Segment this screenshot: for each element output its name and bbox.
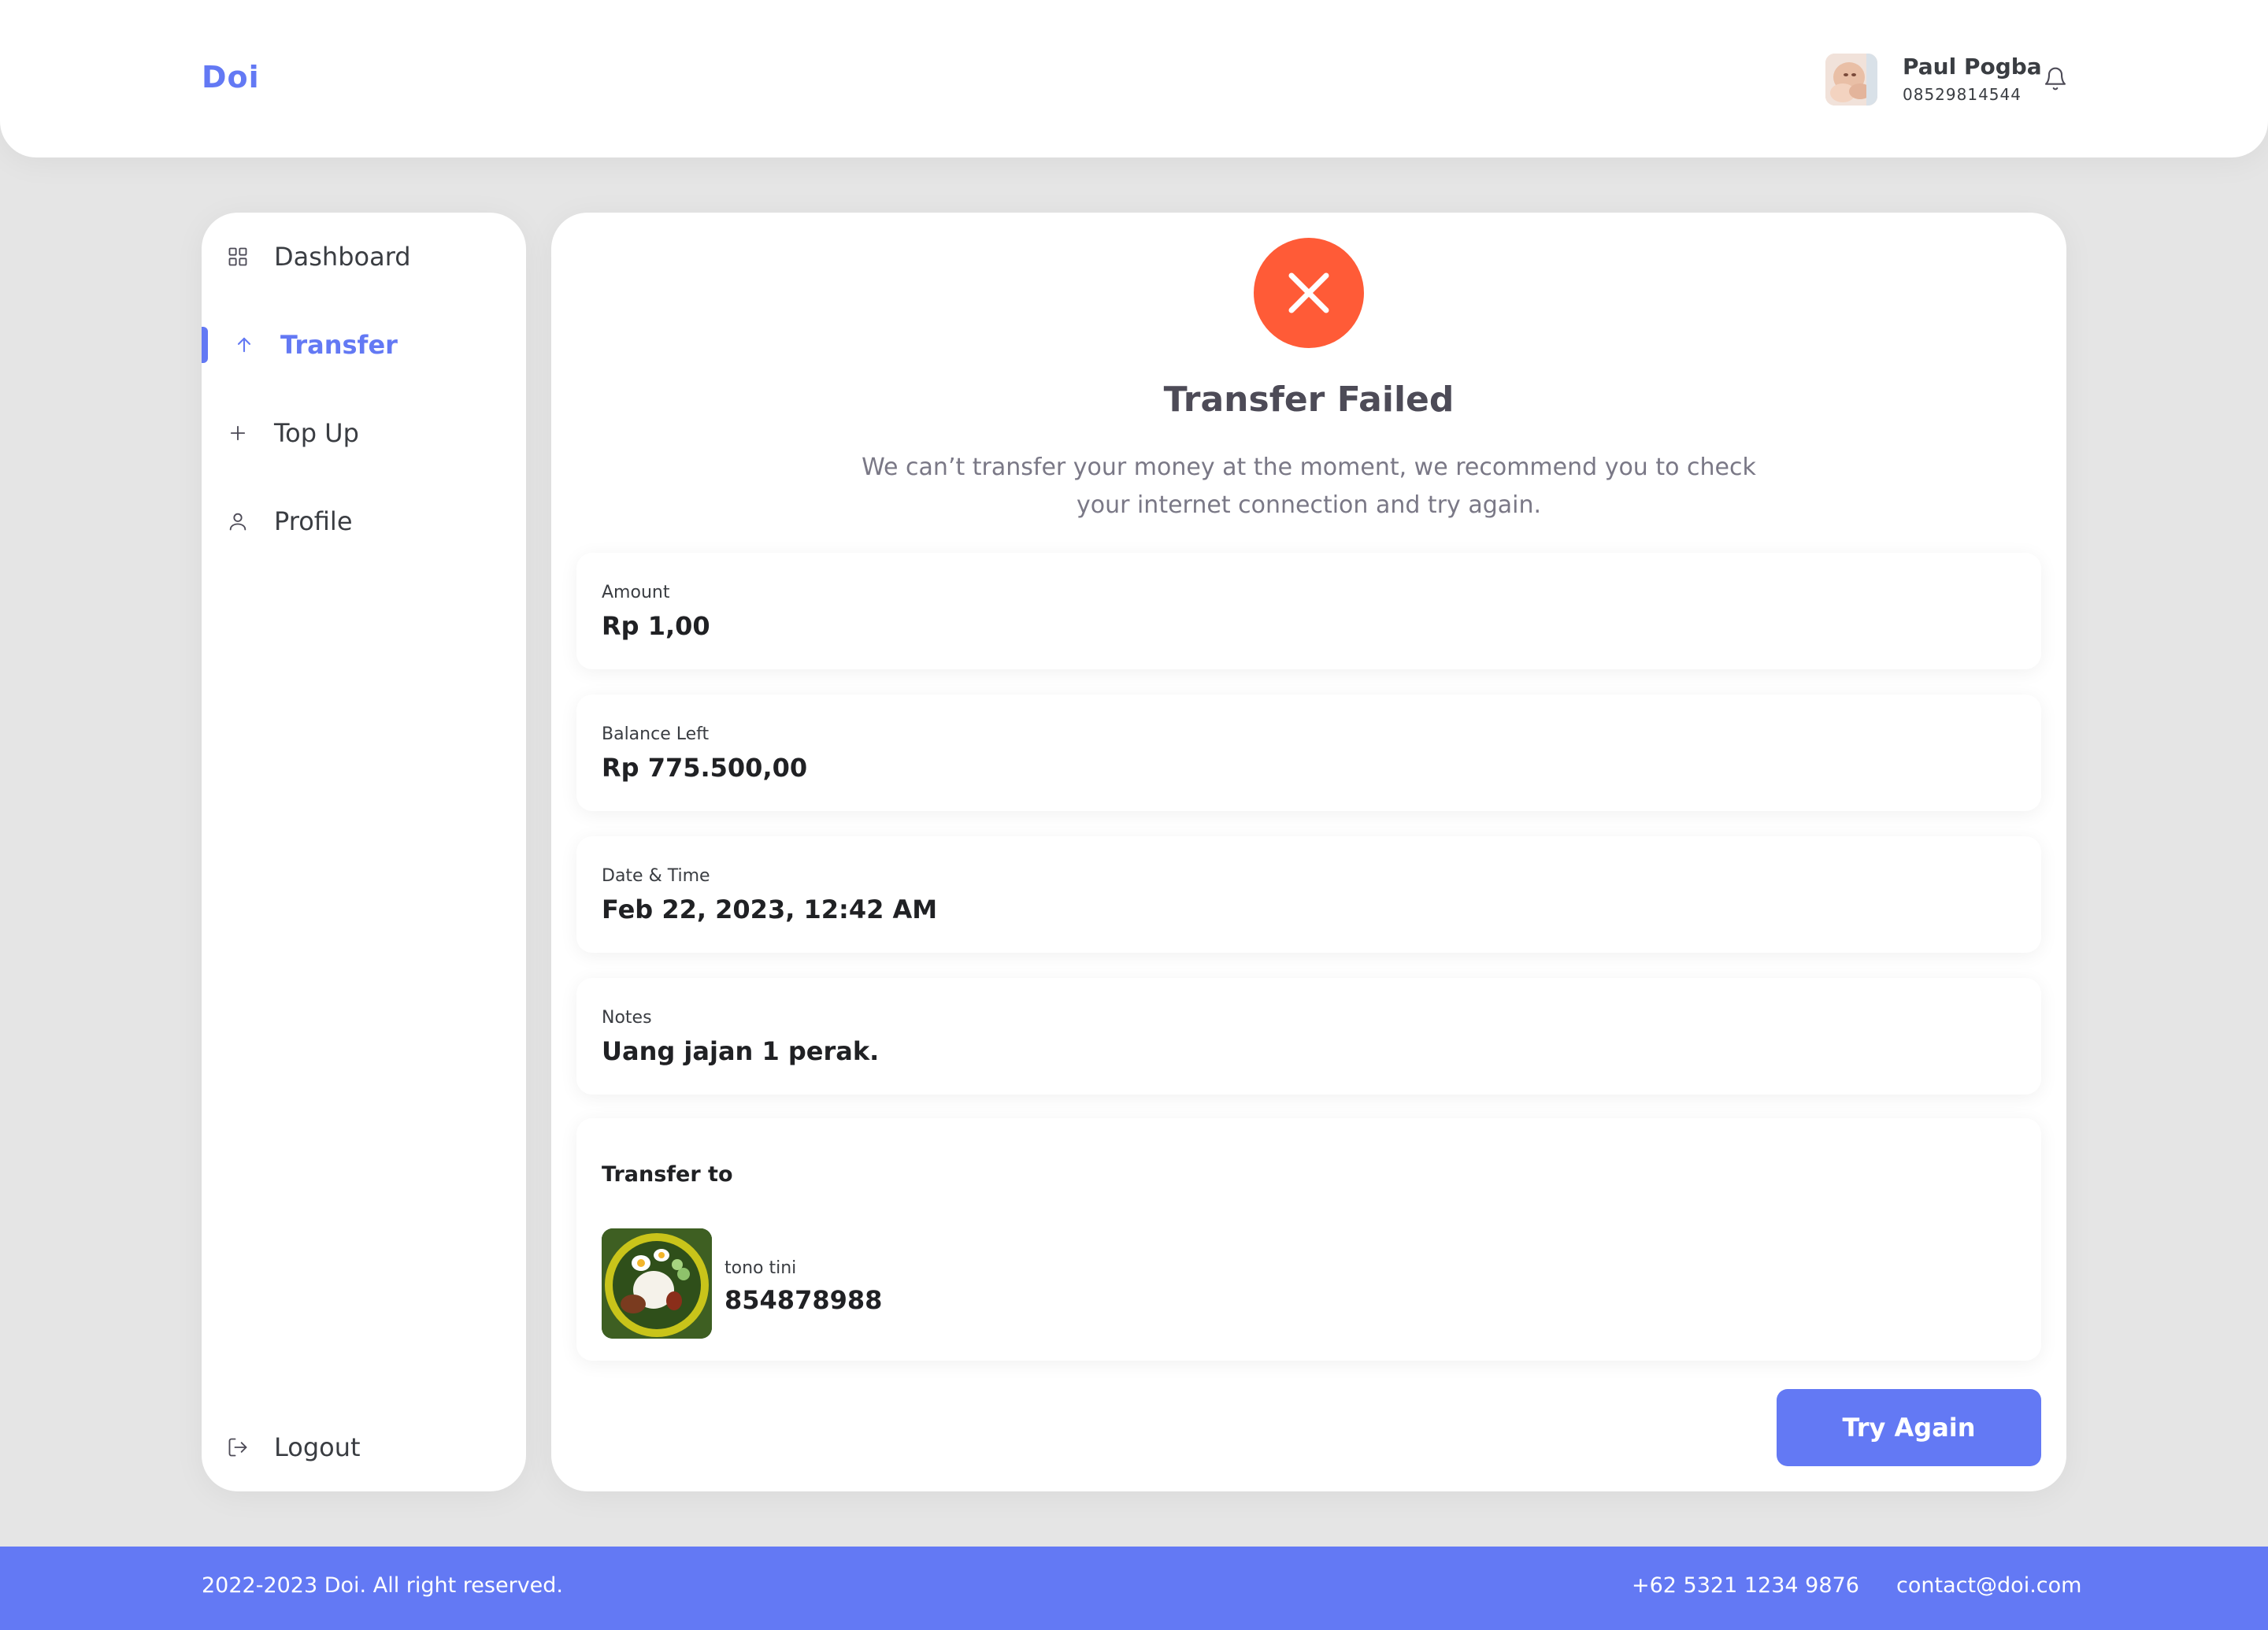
grid-icon <box>227 246 249 268</box>
sidebar-item-top-up[interactable]: Top Up <box>202 409 526 457</box>
close-icon <box>1254 238 1364 348</box>
active-indicator <box>202 327 208 363</box>
recipient-name: tono tini <box>724 1258 797 1278</box>
detail-card-amount: Amount Rp 1,00 <box>576 553 2041 669</box>
sidebar: Dashboard Transfer Top Up Profile Logout <box>202 213 526 1491</box>
plus-icon <box>227 422 249 444</box>
detail-label: Balance Left <box>602 724 710 744</box>
recipient-number: 854878988 <box>724 1285 883 1315</box>
logout-icon <box>227 1436 249 1458</box>
detail-label: Notes <box>602 1008 652 1028</box>
user-icon <box>227 510 249 532</box>
footer: 2022-2023 Doi. All right reserved. +62 5… <box>0 1547 2268 1630</box>
recipient-avatar <box>602 1228 712 1339</box>
result-description: We can’t transfer your money at the mome… <box>862 454 1756 519</box>
sidebar-item-label: Profile <box>274 506 353 536</box>
sidebar-item-label: Dashboard <box>274 242 411 272</box>
recipient-card: Transfer to tono tini 854878988 <box>576 1118 2041 1361</box>
detail-value: Feb 22, 2023, 12:42 AM <box>602 895 938 924</box>
page-title: Transfer Failed <box>1163 380 1455 420</box>
sidebar-item-label: Transfer <box>280 330 398 360</box>
detail-card-notes: Notes Uang jajan 1 perak. <box>576 978 2041 1095</box>
sidebar-item-transfer[interactable]: Transfer <box>202 321 526 369</box>
top-header: Doi Paul Pogba 08529814544 <box>0 0 2268 157</box>
detail-value: Rp 1,00 <box>602 611 710 641</box>
avatar[interactable] <box>1825 54 1877 106</box>
recipient-title: Transfer to <box>602 1162 733 1187</box>
footer-email[interactable]: contact@doi.com <box>1896 1573 2081 1598</box>
detail-card-balance: Balance Left Rp 775.500,00 <box>576 695 2041 811</box>
user-phone: 08529814544 <box>1903 85 2022 104</box>
detail-label: Amount <box>602 583 670 602</box>
try-again-button[interactable]: Try Again <box>1777 1389 2041 1466</box>
detail-value: Rp 775.500,00 <box>602 753 808 783</box>
sidebar-item-dashboard[interactable]: Dashboard <box>202 233 526 280</box>
bell-icon[interactable] <box>2043 66 2068 91</box>
footer-phone: +62 5321 1234 9876 <box>1632 1573 1859 1598</box>
transfer-result-panel: Transfer Failed We can’t transfer your m… <box>551 213 2066 1491</box>
footer-copyright: 2022-2023 Doi. All right reserved. <box>202 1573 564 1598</box>
detail-value: Uang jajan 1 perak. <box>602 1036 880 1066</box>
arrow-up-icon <box>233 334 255 356</box>
sidebar-item-profile[interactable]: Profile <box>202 498 526 545</box>
detail-card-datetime: Date & Time Feb 22, 2023, 12:42 AM <box>576 836 2041 953</box>
sidebar-item-label: Top Up <box>274 418 359 448</box>
brand-logo[interactable]: Doi <box>202 60 260 94</box>
logout-label: Logout <box>274 1432 361 1462</box>
detail-label: Date & Time <box>602 866 710 886</box>
logout-button[interactable]: Logout <box>202 1424 526 1471</box>
user-name: Paul Pogba <box>1903 54 2042 80</box>
